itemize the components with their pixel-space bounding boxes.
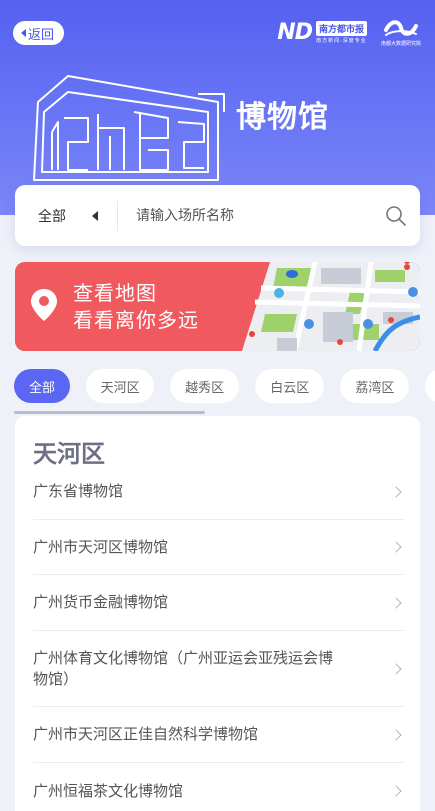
back-button[interactable]: 返回 xyxy=(13,21,65,45)
chevron-right-icon xyxy=(390,485,402,498)
dropdown-triangle-icon xyxy=(92,210,98,221)
tab-baiyun[interactable]: 白云区 xyxy=(255,369,325,403)
location-pin-icon xyxy=(31,289,57,321)
museum-building-icon xyxy=(33,75,225,181)
list-item[interactable]: 广州货币金融博物馆 xyxy=(33,575,404,631)
paper-logo-sub: 南方新闻·深度专业 xyxy=(316,38,367,44)
view-map-banner[interactable]: 查看地图 看看离你多远 xyxy=(15,262,420,351)
tab-liwan[interactable]: 荔湾区 xyxy=(340,369,410,403)
list-item-name: 广州市天河区博物馆 xyxy=(33,537,169,556)
nandu-logo: ND 南方都市报 南方新闻·深度专业 xyxy=(277,20,367,45)
tab-tianhe[interactable]: 天河区 xyxy=(86,369,155,403)
chevron-right-icon xyxy=(390,728,402,741)
data-logo-sub: 南都大数据研究院 xyxy=(380,41,421,47)
search-bar: 全部 xyxy=(15,185,420,246)
search-button[interactable] xyxy=(372,185,420,246)
list-item-name: 广州货币金融博物馆 xyxy=(33,593,169,611)
search-icon xyxy=(386,205,406,226)
map-banner-line2: 看看离你多远 xyxy=(73,308,199,332)
tab-yuexiu[interactable]: 越秀区 xyxy=(170,369,240,403)
list-item-name: 广东省博物馆 xyxy=(33,482,124,500)
chevron-right-icon xyxy=(390,541,402,553)
brand-logos: ND 南方都市报 南方新闻·深度专业 南都大数据研究院 xyxy=(277,18,421,47)
chevron-right-icon xyxy=(390,785,402,797)
chevron-right-icon xyxy=(390,662,402,675)
tab-all[interactable]: 全部 xyxy=(14,369,70,403)
chevron-right-icon xyxy=(390,596,402,609)
list-item[interactable]: 广东省博物馆 xyxy=(33,464,404,520)
list-item[interactable]: 广州市天河区博物馆 xyxy=(33,520,404,575)
list-item[interactable]: 广州恒福茶文化博物馆 xyxy=(33,763,404,811)
tab-huangpu[interactable]: 黄 xyxy=(425,369,435,403)
tabs-scrollbar[interactable] xyxy=(14,411,205,414)
header-hero: 返回 ND 南方都市报 南方新闻·深度专业 南都大数据研究院 博物馆 xyxy=(0,0,435,215)
map-banner-line1: 查看地图 xyxy=(73,281,157,305)
page-title: 博物馆 xyxy=(236,100,329,135)
back-arrow-icon xyxy=(21,29,26,37)
paper-logo-text: 南方都市报 xyxy=(315,21,367,36)
map-banner-text: 查看地图 看看离你多远 xyxy=(73,280,199,334)
back-label: 返回 xyxy=(28,27,55,43)
list-item[interactable]: 广州市天河区正佳自然科学博物馆 xyxy=(33,707,404,763)
data-institute-icon xyxy=(383,20,418,36)
scope-label: 全部 xyxy=(38,208,66,225)
list-item-name: 广州市天河区正佳自然科学博物馆 xyxy=(33,725,259,743)
search-input[interactable] xyxy=(118,207,372,224)
list-item-name: 广州体育文化博物馆（广州亚运会亚残运会博物馆） xyxy=(33,648,334,688)
list-item[interactable]: 广州体育文化博物馆（广州亚运会亚残运会博物馆） xyxy=(33,631,404,707)
museum-list: 天河区 广东省博物馆 广州市天河区博物馆 广州货币金融博物馆 广州体育文化博物馆… xyxy=(15,416,420,811)
nd-logo-text: ND xyxy=(277,20,313,45)
scope-dropdown[interactable]: 全部 xyxy=(15,206,117,226)
district-tabs: 全部 天河区 越秀区 白云区 荔湾区 黄 xyxy=(14,369,435,405)
data-institute-logo: 南都大数据研究院 xyxy=(381,18,421,47)
list-item-name: 广州恒福茶文化博物馆 xyxy=(33,781,184,800)
